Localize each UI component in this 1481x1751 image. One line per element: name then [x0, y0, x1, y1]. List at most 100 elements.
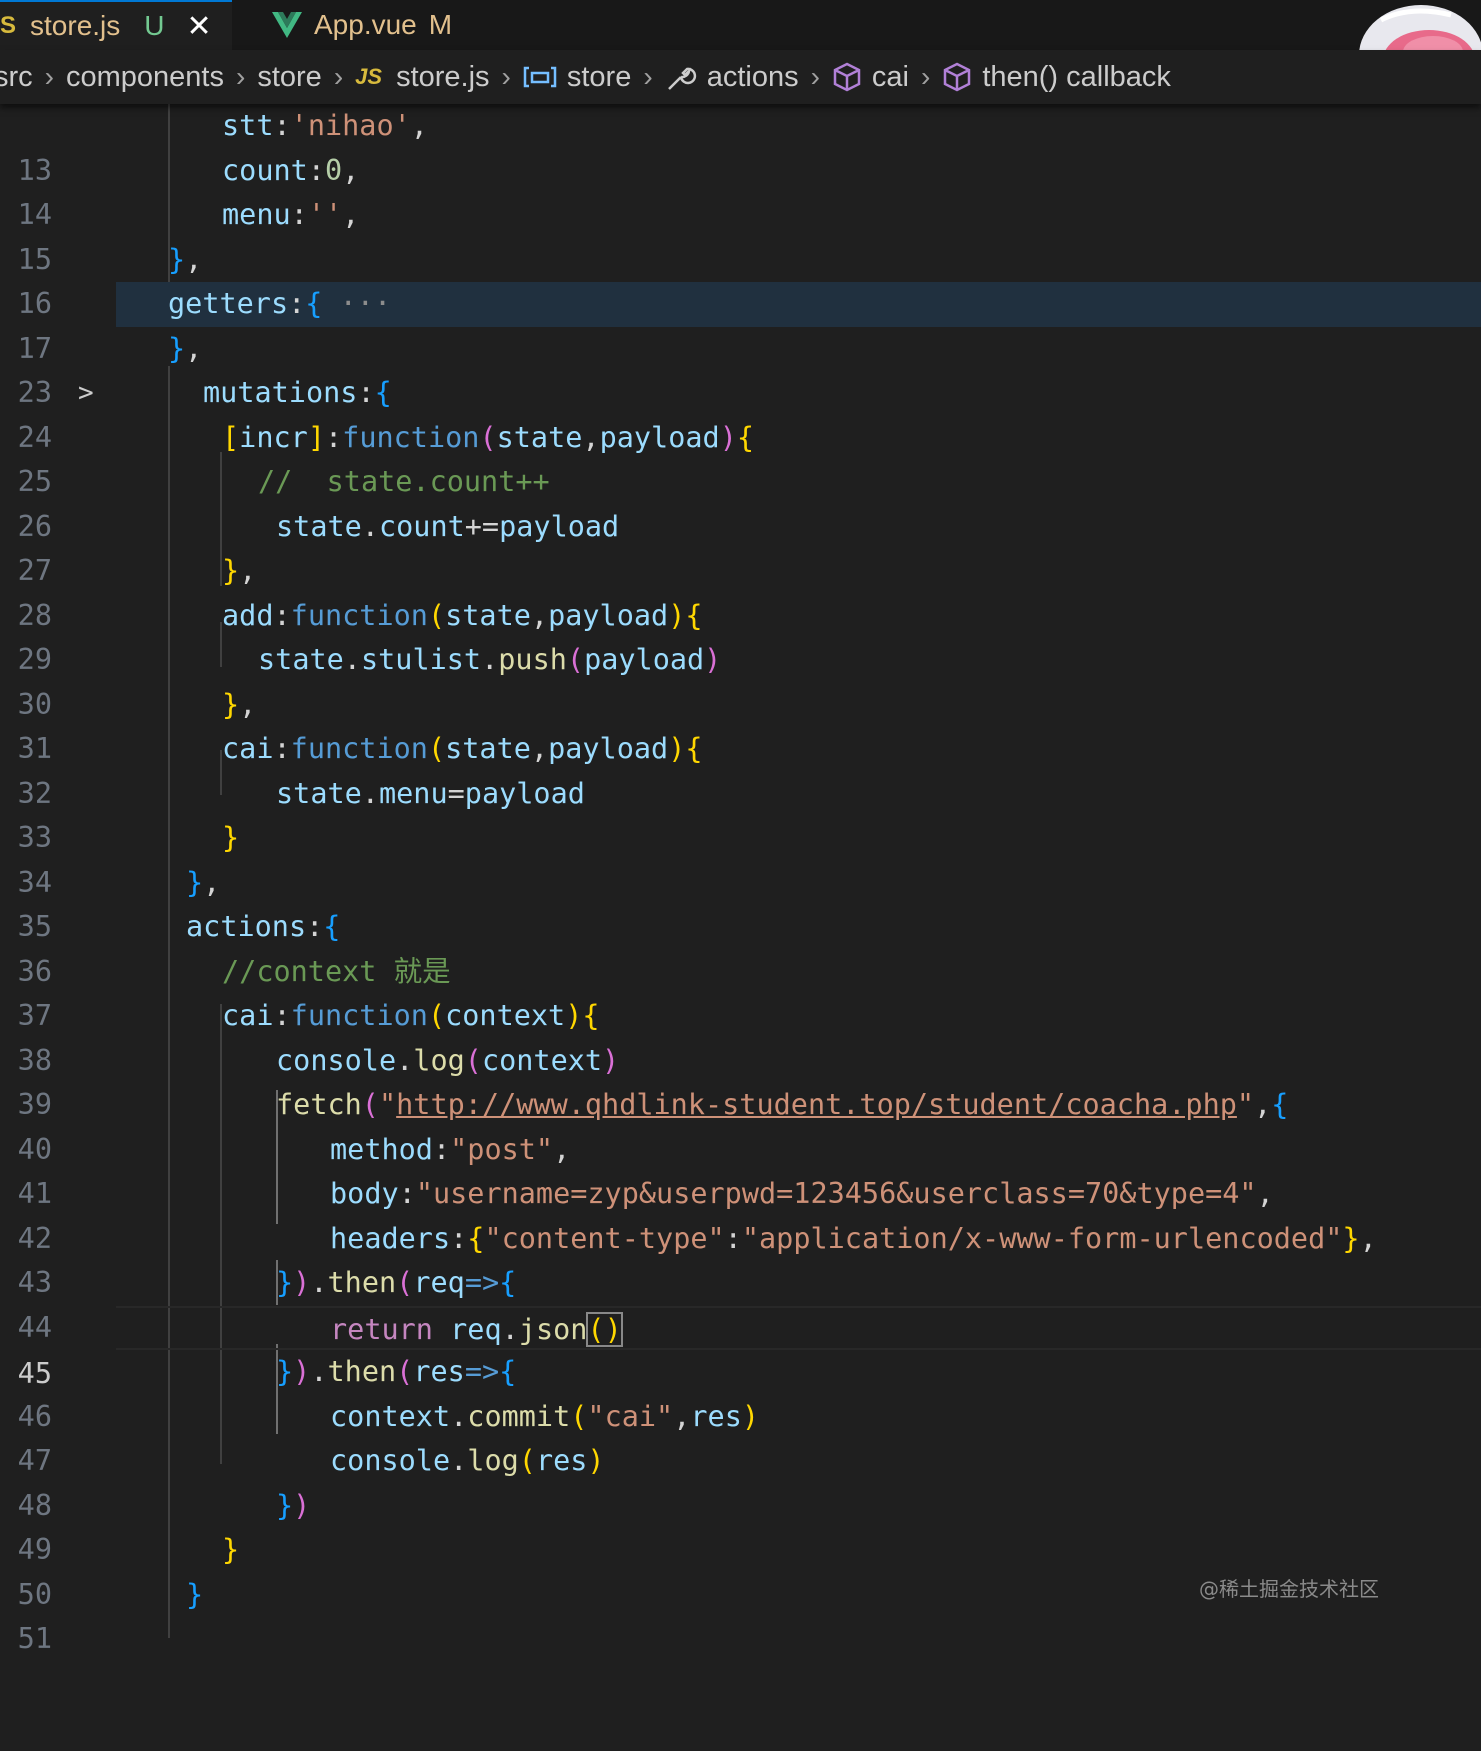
- code-text: console.log(res): [330, 1444, 605, 1477]
- code-line: 28 },: [0, 549, 1481, 632]
- close-icon[interactable]: ✕: [187, 9, 212, 44]
- code-line: 15 menu:'',: [0, 193, 1481, 276]
- breadcrumb-store-folder[interactable]: store: [257, 61, 321, 94]
- chevron-right-icon: ›: [236, 61, 246, 92]
- method-cube-icon: [833, 62, 861, 92]
- code-line: 47 context.commit("cai",res): [0, 1395, 1481, 1478]
- breadcrumb-components[interactable]: components: [66, 61, 224, 94]
- chevron-right-icon: ›: [643, 61, 653, 92]
- code-line: 14 count:0,: [0, 149, 1481, 232]
- url-link[interactable]: http://www.qhdlink-student.top/student/c…: [396, 1088, 1237, 1121]
- line-number: 44: [17, 1310, 52, 1344]
- code-line: 34 }: [0, 816, 1481, 899]
- code-line: 37 //context 就是: [0, 950, 1481, 1033]
- chevron-right-icon: ›: [810, 61, 820, 92]
- code-line: 49 }): [0, 1484, 1481, 1567]
- code-line: 46 }).then(res=>{: [0, 1350, 1481, 1433]
- code-text: state.stulist.push(payload): [258, 643, 722, 676]
- breadcrumb-label: cai: [871, 60, 909, 93]
- code-line: 36 actions:{: [0, 905, 1481, 988]
- code-line: 26 // state.count++: [0, 460, 1481, 543]
- code-comment: //context 就是: [222, 954, 451, 988]
- code-text: },: [222, 687, 257, 721]
- code-text: },: [168, 331, 203, 365]
- code-line: 40 fetch("http://www.qhdlink-student.top…: [0, 1083, 1481, 1166]
- code-line: 39 console.log(context): [0, 1039, 1481, 1122]
- code-text: }: [186, 1577, 204, 1611]
- tab-git-status: M: [428, 9, 453, 40]
- breadcrumb-label: then() callback: [982, 60, 1171, 93]
- code-editor[interactable]: 13 stt:'nihao', 14 count:0, 15 menu:'', …: [0, 104, 1481, 1655]
- code-text: },: [222, 554, 257, 587]
- chevron-right-icon: ›: [920, 61, 931, 92]
- chevron-right-icon: ›: [501, 61, 511, 92]
- code-line: 33 state.menu=payload: [0, 772, 1481, 855]
- breadcrumb-actions[interactable]: actions: [665, 61, 799, 94]
- code-text: console.log(context): [276, 1043, 620, 1077]
- code-line: 35 },: [0, 861, 1481, 944]
- code-text: method:"post",: [330, 1132, 571, 1166]
- code-text: actions:{: [186, 910, 341, 943]
- line-number: 51: [17, 1622, 52, 1655]
- vue-file-icon: [272, 12, 302, 38]
- code-line: 38 cai:function(context){: [0, 994, 1481, 1077]
- code-text: stt:'nihao',: [222, 109, 428, 142]
- breadcrumb-label: store: [566, 60, 632, 93]
- chevron-right-icon: ›: [44, 61, 54, 92]
- code-line: 29 add:function(state,payload){: [0, 594, 1481, 677]
- code-comment: // state.count++: [258, 465, 550, 498]
- breadcrumb: src › components › store › JS store.js ›…: [0, 50, 1481, 104]
- tab-git-status: U: [144, 10, 165, 41]
- fold-ellipsis[interactable]: ···: [340, 287, 391, 320]
- code-text: fetch("http://www.qhdlink-student.top/st…: [276, 1088, 1289, 1121]
- breadcrumb-cai[interactable]: cai: [832, 61, 909, 94]
- code-line-current[interactable]: 45 return req.json(): [18, 1305, 1481, 1390]
- breadcrumb-store-variable[interactable]: store: [523, 61, 631, 94]
- variable-icon: [523, 66, 557, 88]
- tab-bar: S store.js U ✕ App.vue M: [0, 0, 1481, 50]
- code-text: cai:function(context){: [222, 999, 600, 1032]
- code-line: 16 },: [0, 238, 1481, 321]
- code-line: 41 method:"post",: [0, 1128, 1481, 1211]
- code-text: add:function(state,payload){: [222, 598, 703, 632]
- code-text: state.menu=payload: [276, 776, 585, 810]
- code-line: 25 [incr]:function(state,payload){: [0, 416, 1481, 499]
- code-line: 48 console.log(res): [0, 1439, 1481, 1522]
- breadcrumb-label: store.js: [396, 60, 490, 93]
- code-text: }).then(res=>{: [276, 1355, 517, 1388]
- breadcrumb-label: actions: [706, 60, 799, 93]
- code-text: count:0,: [222, 153, 360, 187]
- code-line: 32 cai:function(state,payload){: [0, 727, 1481, 810]
- tab-label: store.js: [30, 10, 121, 41]
- code-text: },: [186, 865, 221, 899]
- code-text: state.count+=payload: [276, 509, 620, 543]
- tab-app-vue[interactable]: App.vue M: [236, 0, 526, 50]
- watermark: @稀土掘金技术社区: [1199, 1577, 1379, 1601]
- code-text: headers:{"content-type":"application/x-w…: [330, 1221, 1377, 1255]
- code-text: }): [276, 1488, 311, 1522]
- code-text: }).then(req=>{: [276, 1266, 517, 1299]
- code-line: 42 body:"username=zyp&userpwd=123456&use…: [0, 1172, 1481, 1255]
- code-text: [incr]:function(state,payload){: [222, 420, 755, 454]
- code-line: 27 state.count+=payload: [0, 505, 1481, 588]
- breadcrumb-src[interactable]: src: [0, 61, 33, 94]
- code-text: mutations:{: [203, 376, 392, 409]
- breadcrumb-then-callback[interactable]: then() callback: [942, 61, 1171, 94]
- code-line: 13 stt:'nihao',: [0, 104, 1481, 187]
- code-line-folded[interactable]: 17 > getters:{ ···: [18, 282, 1481, 408]
- line-number: 16: [17, 287, 52, 320]
- js-file-icon: S: [0, 12, 17, 39]
- code-text: cai:function(state,payload){: [222, 732, 703, 765]
- code-text: return req.json(): [330, 1311, 623, 1347]
- code-line: 24 mutations:{: [0, 371, 1481, 454]
- tab-label: App.vue: [314, 9, 417, 40]
- code-text: }: [222, 821, 240, 854]
- code-line: 23 },: [0, 327, 1481, 410]
- breadcrumb-store-js[interactable]: JS store.js: [355, 61, 489, 94]
- wrench-icon: [667, 67, 696, 90]
- code-text: }: [222, 1533, 240, 1566]
- tab-store-js[interactable]: S store.js U ✕: [0, 0, 232, 50]
- chevron-right-icon: ›: [333, 61, 344, 92]
- code-text: getters:{ ···: [168, 287, 392, 320]
- code-line: 30 state.stulist.push(payload): [0, 638, 1481, 721]
